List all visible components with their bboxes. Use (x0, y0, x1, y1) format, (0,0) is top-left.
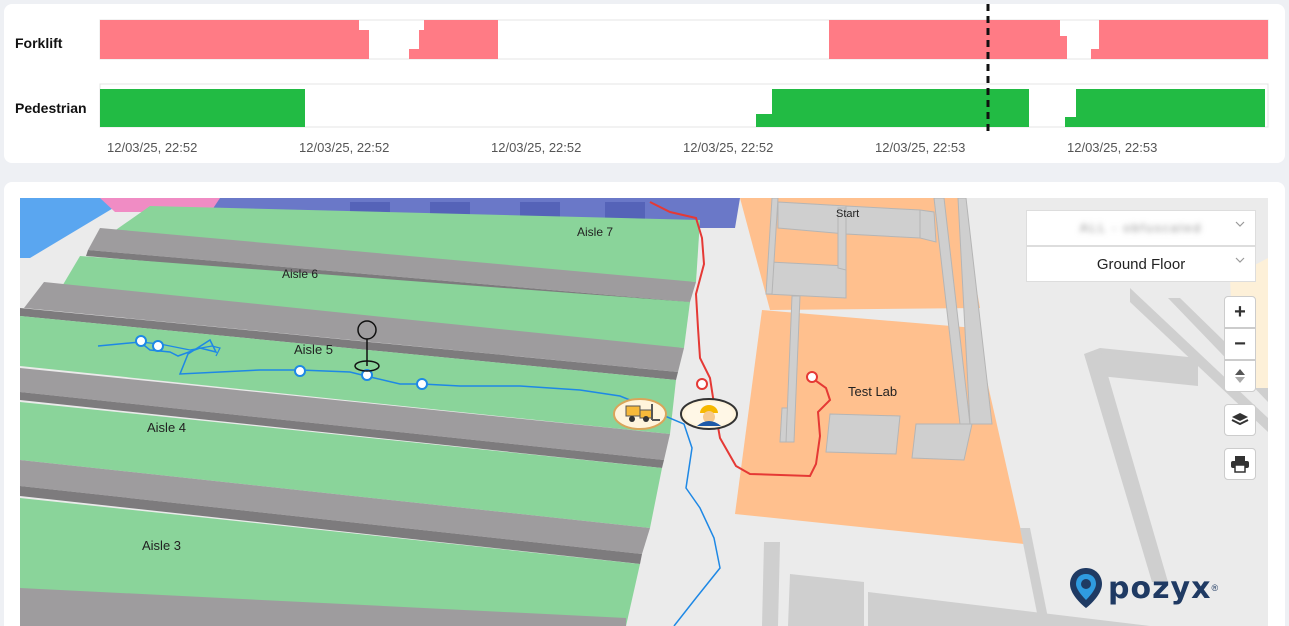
zoom-out-button[interactable]: − (1224, 328, 1256, 360)
aisle-4-label: Aisle 4 (147, 420, 187, 435)
floor-map[interactable]: Aisle 7 Aisle 6 Aisle 5 Aisle 4 Aisle 3 … (20, 198, 1268, 626)
timestamp-label: 12/03/25, 22:52 (491, 140, 582, 155)
pozyx-logo-icon (1070, 568, 1102, 608)
timestamp-label: 12/03/25, 22:52 (299, 140, 390, 155)
timeline-panel: Forklift Pedestrian 12/03/25, 22:52 12/0… (4, 4, 1285, 163)
printer-icon (1231, 456, 1249, 473)
zoom-in-button[interactable]: + (1224, 296, 1256, 328)
pozyx-logo: pozyx ® (1068, 566, 1218, 610)
timestamp-label: 12/03/25, 22:52 (683, 140, 774, 155)
test-lab-label: Test Lab (848, 384, 898, 399)
timestamp-label: 12/03/25, 22:53 (875, 140, 966, 155)
chevron-down-icon (1235, 257, 1245, 263)
chevron-down-icon (1235, 221, 1245, 227)
start-label: Start (836, 208, 860, 220)
aisle-5-label: Aisle 5 (294, 342, 334, 357)
aisle-6-label: Aisle 6 (282, 267, 319, 281)
aisle-3-label: Aisle 3 (142, 538, 182, 553)
timestamp-label: 12/03/25, 22:53 (1067, 140, 1158, 155)
layers-button[interactable] (1224, 404, 1256, 436)
forklift-icon (613, 398, 667, 430)
map-panel: Aisle 7 Aisle 6 Aisle 5 Aisle 4 Aisle 3 … (4, 182, 1285, 626)
floor-select[interactable]: Ground Floor (1026, 246, 1256, 282)
worker-icon (680, 398, 738, 430)
project-select[interactable]: ALL - obfuscated (1026, 210, 1256, 246)
compass-button[interactable] (1224, 360, 1256, 392)
compass-icon (1235, 369, 1245, 383)
pozyx-wordmark: pozyx (1108, 570, 1212, 606)
aisle-7-label: Aisle 7 (577, 225, 614, 239)
print-button[interactable] (1224, 448, 1256, 480)
timestamp-label: 12/03/25, 22:52 (107, 140, 198, 155)
layers-icon (1231, 413, 1249, 426)
